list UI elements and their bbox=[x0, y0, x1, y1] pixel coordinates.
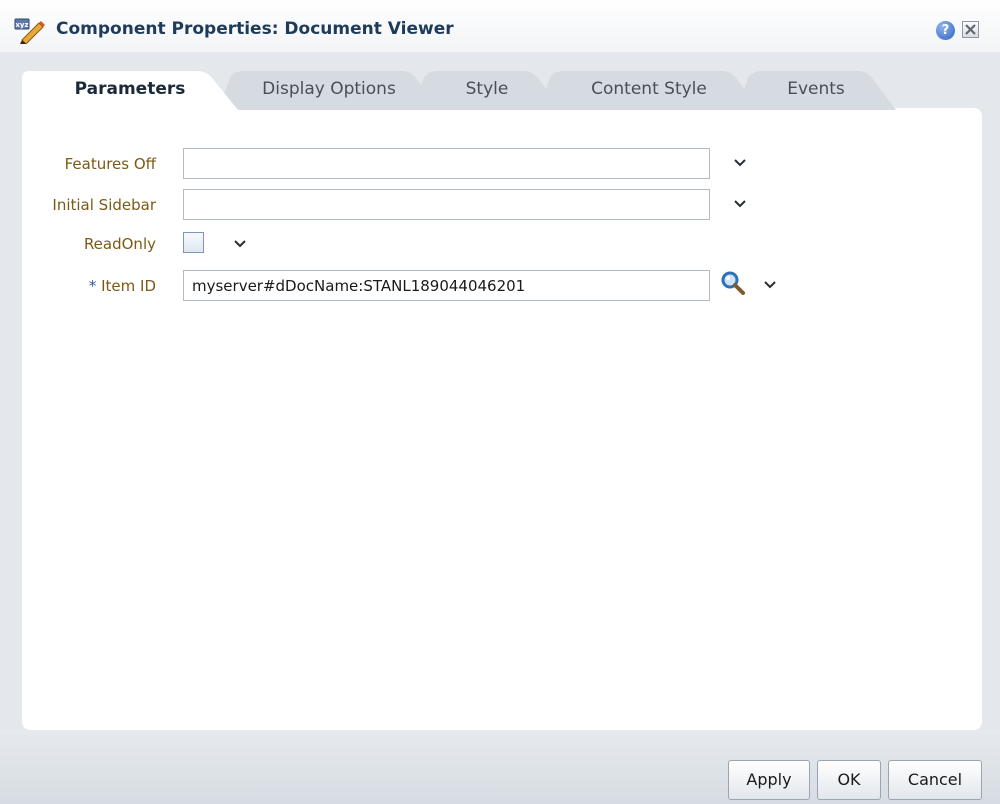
features-off-input[interactable] bbox=[183, 148, 710, 179]
initial-sidebar-input[interactable] bbox=[183, 189, 710, 220]
tab-label: Events bbox=[787, 79, 845, 99]
tab-label: Display Options bbox=[262, 79, 396, 99]
readonly-chevron-down-icon[interactable] bbox=[232, 238, 248, 250]
svg-text:xyz: xyz bbox=[15, 21, 28, 29]
tab-label: Style bbox=[465, 79, 509, 99]
initial-sidebar-chevron-down-icon[interactable] bbox=[732, 198, 748, 210]
tab-events[interactable]: Events bbox=[736, 70, 896, 110]
tab-label: Content Style bbox=[591, 79, 707, 99]
ok-button[interactable]: OK bbox=[817, 760, 881, 800]
readonly-checkbox[interactable] bbox=[183, 232, 204, 253]
item-id-label: * Item ID bbox=[89, 277, 156, 295]
required-marker: * bbox=[88, 277, 97, 295]
item-id-label-text: Item ID bbox=[101, 277, 156, 295]
apply-button[interactable]: Apply bbox=[728, 760, 810, 800]
readonly-label: ReadOnly bbox=[83, 235, 156, 253]
cancel-button[interactable]: Cancel bbox=[888, 760, 982, 800]
search-icon[interactable] bbox=[719, 270, 747, 296]
features-off-label: Features Off bbox=[64, 155, 156, 173]
tab-display-options[interactable]: Display Options bbox=[218, 70, 440, 110]
parameters-panel: Features Off Initial Sidebar ReadOnly * … bbox=[22, 108, 982, 730]
features-off-chevron-down-icon[interactable] bbox=[732, 157, 748, 169]
close-x-glyph bbox=[965, 24, 976, 35]
initial-sidebar-label: Initial Sidebar bbox=[52, 196, 156, 214]
close-icon[interactable] bbox=[962, 21, 979, 38]
help-icon[interactable]: ? bbox=[936, 21, 955, 40]
dialog-title: Component Properties: Document Viewer bbox=[56, 19, 454, 39]
tab-label: Parameters bbox=[74, 79, 186, 99]
tab-content-style[interactable]: Content Style bbox=[538, 70, 760, 110]
item-id-chevron-down-icon[interactable] bbox=[762, 279, 778, 291]
edit-properties-icon: xyz bbox=[14, 18, 45, 44]
component-properties-dialog: xyz Component Properties: Document Viewe… bbox=[0, 0, 1000, 804]
tab-parameters[interactable]: Parameters bbox=[22, 70, 238, 110]
dialog-title-bar: xyz Component Properties: Document Viewe… bbox=[0, 0, 1000, 52]
item-id-input[interactable] bbox=[183, 270, 710, 301]
